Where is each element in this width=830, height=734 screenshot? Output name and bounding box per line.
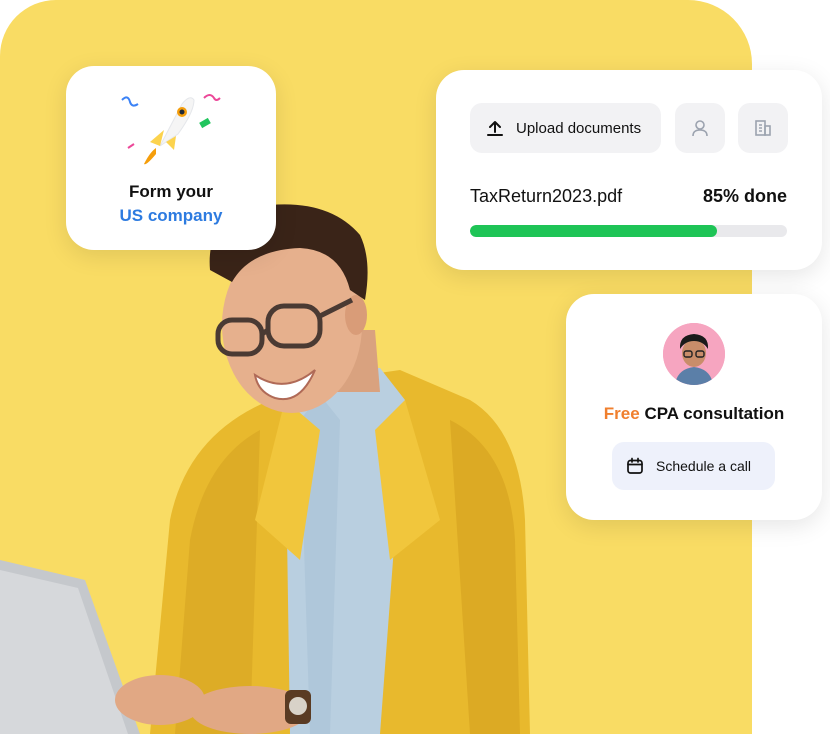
form-card-title: Form your [128,182,214,201]
upload-card: Upload documents TaxReturn2023.pdf 85% d… [436,70,822,270]
upload-documents-label: Upload documents [516,119,642,137]
hero-stage: Form your US company Upload documents Ta… [0,0,830,734]
company-button[interactable] [738,103,788,153]
avatar [663,323,725,385]
building-icon [755,120,771,136]
user-icon [692,120,708,137]
cpa-free-label: Free [603,404,640,423]
form-card-subtitle: US company [119,206,223,225]
upload-progress-fill [470,225,718,237]
upload-progress-text: 85% done [702,186,787,206]
cpa-title-text: CPA consultation [644,404,785,423]
cpa-consultation-card: Free CPA consultation Schedule a call [566,294,822,520]
schedule-call-button[interactable]: Schedule a call [612,442,775,490]
form-company-card[interactable]: Form your US company [66,66,276,250]
upload-icon [487,121,503,136]
file-name: TaxReturn2023.pdf [470,186,623,206]
user-button[interactable] [675,103,725,153]
calendar-icon [627,457,643,474]
rocket-icon [121,94,221,165]
cpa-title: Free CPA consultation [566,404,822,424]
schedule-call-label: Schedule a call [656,458,751,474]
upload-documents-button[interactable]: Upload documents [470,103,661,153]
upload-progress-bar [470,225,787,237]
